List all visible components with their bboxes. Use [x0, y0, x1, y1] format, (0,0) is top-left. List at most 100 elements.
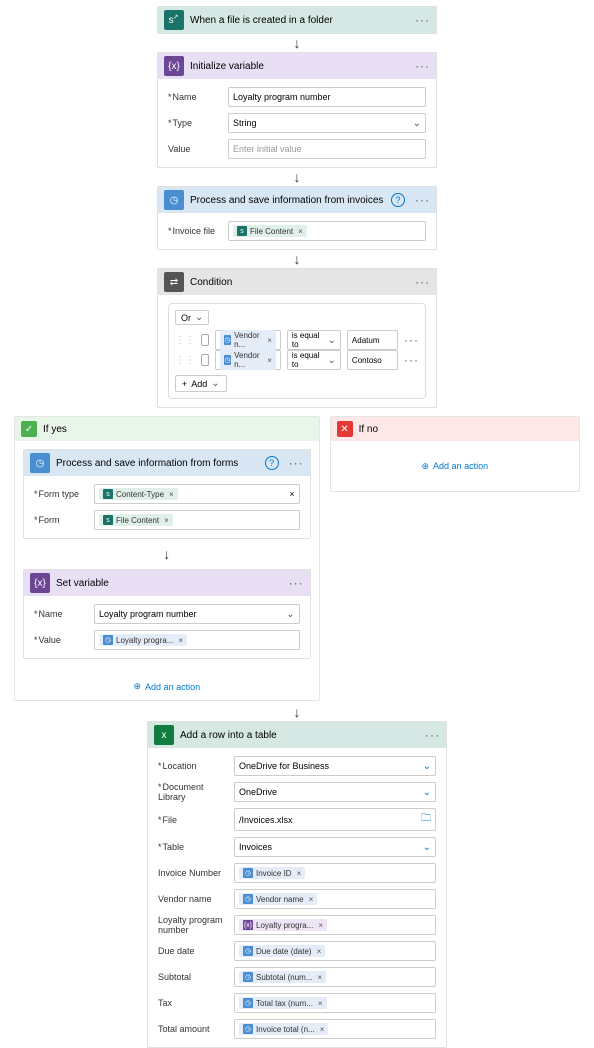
file-content-token[interactable]: sFile Content×	[99, 514, 173, 526]
remove-token-icon[interactable]: ×	[317, 947, 322, 956]
excel-token[interactable]: ◷Total tax (num...×	[239, 997, 327, 1009]
excel-field-input[interactable]: ◷Invoice total (n...×	[234, 1019, 436, 1039]
row-checkbox[interactable]	[201, 354, 209, 366]
add-condition-button[interactable]: +Add⌄	[175, 375, 227, 392]
yes-branch: ✓ If yes ◷ Process and save information …	[14, 416, 320, 701]
right-operand[interactable]: Contoso	[347, 350, 398, 370]
and-or-select[interactable]: Or⌄	[175, 310, 209, 325]
excel-field-row: Invoice Number ◷Invoice ID×	[158, 863, 436, 883]
form-type-label: Form type	[34, 489, 88, 499]
excel-token[interactable]: ◷Subtotal (num...×	[239, 971, 326, 983]
remove-token-icon[interactable]: ×	[298, 227, 303, 236]
remove-token-icon[interactable]: ×	[309, 895, 314, 904]
set-var-header[interactable]: {x} Set variable ···	[24, 570, 310, 596]
set-var-card: {x} Set variable ··· Name Loyalty progra…	[23, 569, 311, 659]
table-select[interactable]: Invoices⌄	[234, 837, 436, 857]
name-select[interactable]: Loyalty program number⌄	[94, 604, 300, 624]
remove-token-icon[interactable]: ×	[297, 869, 302, 878]
chevron-down-icon: ⌄	[423, 842, 431, 853]
excel-card: x Add a row into a table ··· Location On…	[147, 721, 447, 1048]
remove-token-icon[interactable]: ×	[164, 516, 169, 525]
operator-select[interactable]: is equal to⌄	[287, 350, 341, 370]
set-var-title: Set variable	[56, 578, 109, 589]
process-forms-card: ◷ Process and save information from form…	[23, 449, 311, 539]
excel-field-label: Invoice Number	[158, 868, 228, 878]
remove-token-icon[interactable]: ×	[318, 921, 323, 930]
menu-icon[interactable]: ···	[415, 13, 430, 27]
excel-field-input[interactable]: {x}Loyalty progra...×	[234, 915, 436, 935]
value-input[interactable]: Enter initial value	[228, 139, 426, 159]
left-operand[interactable]: ◷Vendor n...×	[215, 330, 281, 350]
help-icon[interactable]: ?	[391, 193, 405, 207]
chevron-down-icon: ⌄	[413, 118, 421, 129]
row-checkbox[interactable]	[201, 334, 209, 346]
row-menu-icon[interactable]: ···	[404, 333, 419, 347]
excel-field-label: Loyalty program number	[158, 915, 228, 935]
menu-icon[interactable]: ···	[415, 59, 430, 73]
type-select[interactable]: String⌄	[228, 113, 426, 133]
excel-token[interactable]: ◷Invoice total (n...×	[239, 1023, 328, 1035]
operator-select[interactable]: is equal to⌄	[287, 330, 341, 350]
form-type-input[interactable]: sContent-Type× ×	[94, 484, 300, 504]
right-operand[interactable]: Adatum	[347, 330, 398, 350]
excel-field-input[interactable]: ◷Subtotal (num...×	[234, 967, 436, 987]
grip-icon[interactable]: ⋮⋮	[175, 355, 195, 366]
file-input[interactable]: /Invoices.xlsx🗀	[234, 808, 436, 831]
no-header[interactable]: ✕ If no	[331, 417, 579, 441]
menu-icon[interactable]: ···	[415, 193, 430, 207]
condition-icon: ⇄	[164, 272, 184, 292]
file-content-token[interactable]: sFile Content×	[233, 225, 307, 237]
excel-token[interactable]: ◷Invoice ID×	[239, 867, 305, 879]
remove-token-icon[interactable]: ×	[318, 999, 323, 1008]
process-invoices-title: Process and save information from invoic…	[190, 195, 383, 206]
excel-field-input[interactable]: ◷Total tax (num...×	[234, 993, 436, 1013]
menu-icon[interactable]: ···	[289, 456, 304, 470]
arrow-icon: ↓	[157, 36, 437, 50]
grip-icon[interactable]: ⋮⋮	[175, 335, 195, 346]
document-icon: ◷	[164, 190, 184, 210]
add-action-no[interactable]: ⊕Add an action	[422, 461, 489, 472]
process-forms-header[interactable]: ◷ Process and save information from form…	[24, 450, 310, 476]
remove-token-icon[interactable]: ×	[320, 1025, 325, 1034]
excel-header[interactable]: x Add a row into a table ···	[148, 722, 446, 748]
process-invoices-header[interactable]: ◷ Process and save information from invo…	[158, 187, 436, 213]
left-operand[interactable]: ◷Vendor n...×	[215, 350, 281, 370]
excel-field-input[interactable]: ◷Invoice ID×	[234, 863, 436, 883]
excel-field-input[interactable]: ◷Vendor name×	[234, 889, 436, 909]
init-var-header[interactable]: {x} Initialize variable ···	[158, 53, 436, 79]
doclib-select[interactable]: OneDrive⌄	[234, 782, 436, 802]
remove-token-icon[interactable]: ×	[178, 636, 183, 645]
add-action-yes[interactable]: ⊕Add an action	[134, 681, 201, 692]
trigger-card[interactable]: s↗ When a file is created in a folder ··…	[157, 6, 437, 34]
no-label: If no	[359, 424, 378, 435]
row-menu-icon[interactable]: ···	[404, 353, 419, 367]
excel-field-row: Subtotal◷Subtotal (num...×	[158, 967, 436, 987]
invoice-file-input[interactable]: sFile Content×	[228, 221, 426, 241]
excel-token[interactable]: {x}Loyalty progra...×	[239, 919, 327, 931]
form-input[interactable]: sFile Content×	[94, 510, 300, 530]
no-branch: ✕ If no ⊕Add an action	[330, 416, 580, 492]
condition-header[interactable]: ⇄ Condition ···	[158, 269, 436, 295]
yes-header[interactable]: ✓ If yes	[15, 417, 319, 441]
content-type-token[interactable]: sContent-Type×	[99, 488, 178, 500]
value-label: Value	[168, 144, 222, 154]
menu-icon[interactable]: ···	[289, 576, 304, 590]
excel-field-row: Vendor name◷Vendor name×	[158, 889, 436, 909]
location-select[interactable]: OneDrive for Business⌄	[234, 756, 436, 776]
loyalty-token[interactable]: ◷Loyalty progra...×	[99, 634, 187, 646]
condition-row: ⋮⋮ ◷Vendor n...× is equal to⌄ Contoso ···	[175, 350, 419, 370]
menu-icon[interactable]: ···	[415, 275, 430, 289]
add-icon: ⊕	[422, 461, 430, 472]
excel-field-input[interactable]: ◷Due date (date)×	[234, 941, 436, 961]
folder-icon[interactable]: 🗀	[421, 811, 431, 828]
help-icon[interactable]: ?	[265, 456, 279, 470]
excel-token[interactable]: ◷Due date (date)×	[239, 945, 325, 957]
menu-icon[interactable]: ···	[425, 728, 440, 742]
excel-token[interactable]: ◷Vendor name×	[239, 893, 317, 905]
name-input[interactable]: Loyalty program number	[228, 87, 426, 107]
value-input[interactable]: ◷Loyalty progra...×	[94, 630, 300, 650]
remove-token-icon[interactable]: ×	[317, 973, 322, 982]
remove-token-icon[interactable]: ×	[169, 490, 174, 499]
variable-icon: {x}	[164, 56, 184, 76]
clear-icon[interactable]: ×	[289, 489, 294, 499]
